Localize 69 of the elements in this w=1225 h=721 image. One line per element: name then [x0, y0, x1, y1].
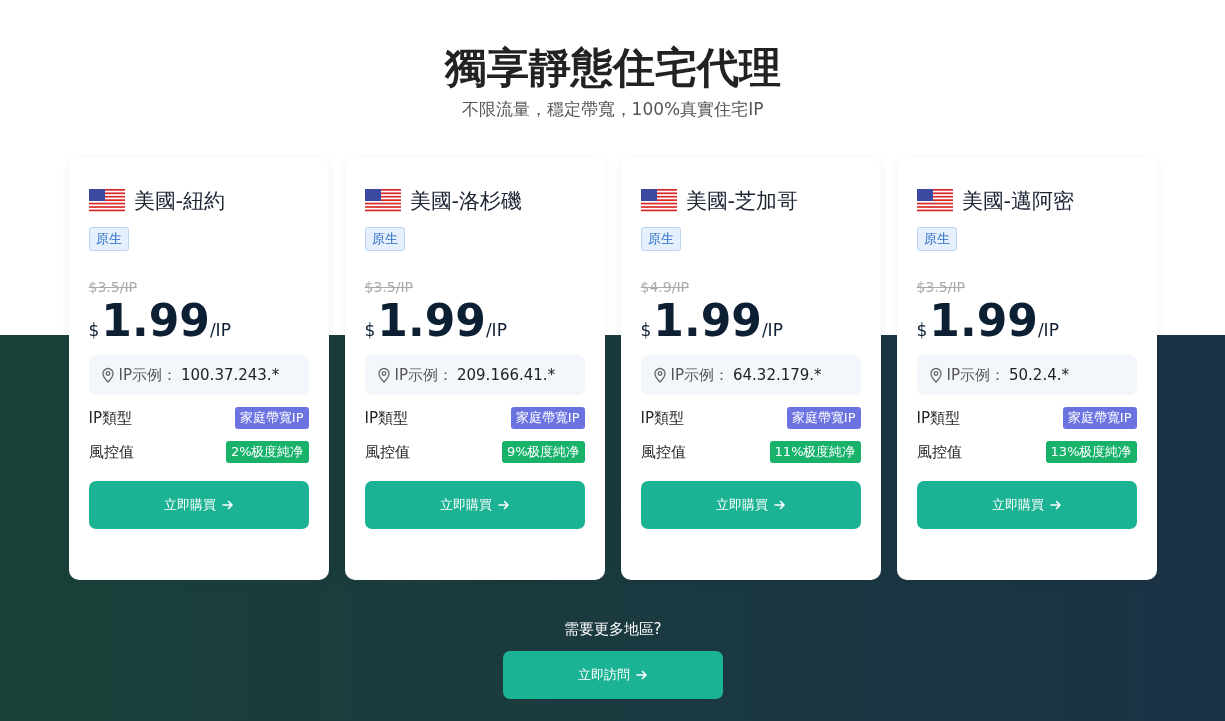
currency-symbol: $	[88, 320, 100, 340]
original-price: $4.9/IP	[640, 279, 690, 295]
ip-example-value: 209.166.41.*	[457, 366, 556, 384]
location-pin-icon	[100, 367, 115, 383]
location-name: 美國-芝加哥	[685, 188, 799, 215]
ip-example-value: 50.2.4.*	[1009, 366, 1069, 384]
arrow-right-icon	[635, 669, 648, 681]
arrow-right-icon	[497, 499, 510, 511]
spec-label: 風控值	[916, 442, 962, 462]
price-value: 1.99	[929, 295, 1038, 347]
ip-type-badge: 家庭帶寬IP	[786, 407, 861, 429]
visit-now-button[interactable]: 立即訪問	[502, 651, 723, 699]
currency-symbol: $	[640, 320, 652, 340]
ip-example-label: IP示例：	[394, 365, 453, 385]
spec-label: 風控值	[88, 442, 134, 462]
location-name: 美國-洛杉磯	[409, 188, 523, 215]
original-price: $3.5/IP	[88, 279, 138, 295]
ip-type-badge: 家庭帶寬IP	[1062, 407, 1137, 429]
risk-score-badge: 11%极度純净	[769, 441, 861, 463]
price-unit: /IP	[209, 320, 231, 340]
original-price: $3.5/IP	[916, 279, 966, 295]
buy-now-button[interactable]: 立即購買	[88, 481, 309, 529]
page-subtitle: 不限流量，穩定帶寬，100%真實住宅IP	[461, 98, 764, 121]
location-pin-icon	[652, 367, 667, 383]
original-price: $3.5/IP	[364, 279, 414, 295]
spec-label: IP類型	[364, 408, 408, 428]
price-value: 1.99	[653, 295, 762, 347]
native-tag: 原生	[364, 227, 405, 251]
buy-now-button[interactable]: 立即購買	[640, 481, 861, 529]
ip-example-value: 64.32.179.*	[733, 366, 822, 384]
price-value: 1.99	[101, 295, 210, 347]
price-unit: /IP	[761, 320, 783, 340]
us-flag-icon	[640, 189, 677, 213]
price-value: 1.99	[377, 295, 486, 347]
currency-symbol: $	[364, 320, 376, 340]
ip-example-value: 100.37.243.*	[181, 366, 280, 384]
location-name: 美國-紐約	[133, 188, 226, 215]
ip-example-label: IP示例：	[670, 365, 729, 385]
ip-example-label: IP示例：	[946, 365, 1005, 385]
spec-label: IP類型	[640, 408, 684, 428]
price-unit: /IP	[1037, 320, 1059, 340]
us-flag-icon	[88, 189, 125, 213]
page-title: 獨享靜態住宅代理	[444, 42, 781, 94]
location-pin-icon	[376, 367, 391, 383]
location-pin-icon	[928, 367, 943, 383]
location-name: 美國-邁阿密	[961, 188, 1075, 215]
arrow-right-icon	[221, 499, 234, 511]
risk-score-badge: 2%极度純净	[225, 441, 309, 463]
native-tag: 原生	[916, 227, 957, 251]
ip-type-badge: 家庭帶寬IP	[510, 407, 585, 429]
spec-label: IP類型	[88, 408, 132, 428]
ip-example-label: IP示例：	[118, 365, 177, 385]
spec-label: 風控值	[364, 442, 410, 462]
buy-now-button[interactable]: 立即購買	[916, 481, 1137, 529]
more-regions-text: 需要更多地區?	[563, 620, 662, 639]
spec-label: IP類型	[916, 408, 960, 428]
native-tag: 原生	[640, 227, 681, 251]
ip-type-badge: 家庭帶寬IP	[234, 407, 309, 429]
risk-score-badge: 13%极度純净	[1045, 441, 1137, 463]
us-flag-icon	[364, 189, 401, 213]
risk-score-badge: 9%极度純净	[501, 441, 585, 463]
buy-now-button[interactable]: 立即購買	[364, 481, 585, 529]
native-tag: 原生	[88, 227, 129, 251]
arrow-right-icon	[1049, 499, 1062, 511]
spec-label: 風控值	[640, 442, 686, 462]
currency-symbol: $	[916, 320, 928, 340]
arrow-right-icon	[773, 499, 786, 511]
us-flag-icon	[916, 189, 953, 213]
price-unit: /IP	[485, 320, 507, 340]
